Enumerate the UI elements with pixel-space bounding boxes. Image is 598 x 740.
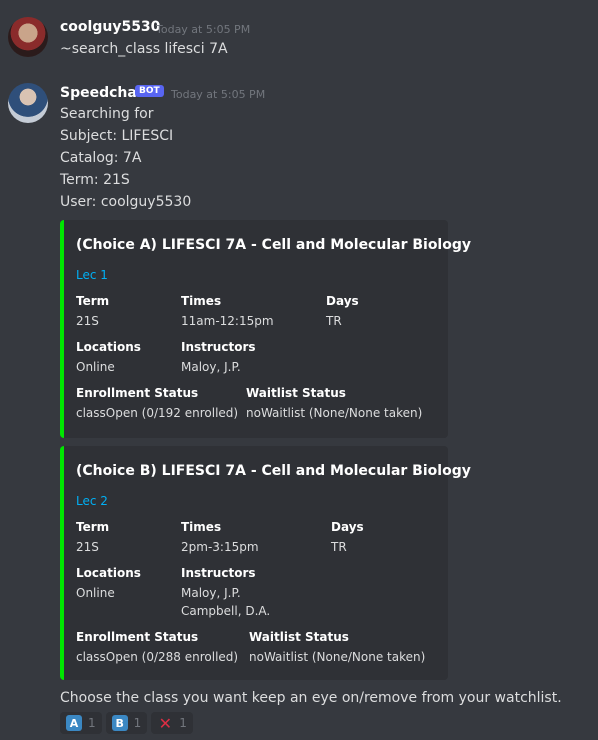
field-waitlist-label: Waitlist Status <box>246 386 346 400</box>
embed-title: (Choice A) LIFESCI 7A - Cell and Molecul… <box>76 237 472 253</box>
reaction-count: 1 <box>133 716 142 730</box>
reaction-count: 1 <box>179 716 187 730</box>
reaction-a[interactable]: A 1 <box>60 712 102 734</box>
reactions-bar: A 1 B 1 ✕ 1 <box>60 712 193 734</box>
user-avatar[interactable] <box>8 17 48 57</box>
field-locations-label: Locations <box>76 340 141 354</box>
field-instructors-value: Maloy, J.P. <box>181 586 241 600</box>
reaction-b[interactable]: B 1 <box>105 712 148 734</box>
field-locations-value: Online <box>76 360 115 374</box>
field-times-label: Times <box>181 520 222 534</box>
field-days-value: TR <box>331 540 347 554</box>
field-locations-value: Online <box>76 586 115 600</box>
bot-badge: BOT <box>135 85 164 97</box>
field-enrollment-label: Enrollment Status <box>76 386 199 400</box>
field-instructors-value: Maloy, J.P. <box>181 360 241 374</box>
regional-a-icon: A <box>66 715 82 731</box>
field-instructors-value: Campbell, D.A. <box>181 604 271 618</box>
message-footer: Choose the class you want keep an eye on… <box>60 690 562 706</box>
timestamp: Today at 5:05 PM <box>156 23 251 36</box>
field-term-value: 21S <box>76 314 99 328</box>
message-line: Term: 21S <box>60 172 130 188</box>
class-embed-b: (Choice B) LIFESCI 7A - Cell and Molecul… <box>60 446 471 680</box>
field-times-label: Times <box>181 294 222 308</box>
field-days-value: TR <box>326 314 342 328</box>
message-line: User: coolguy5530 <box>60 194 192 210</box>
lecture-link[interactable]: Lec 2 <box>76 494 108 508</box>
field-waitlist-value: noWaitlist (None/None taken) <box>246 406 423 420</box>
bot-username[interactable]: Speedchat <box>60 85 144 101</box>
reaction-count: 1 <box>88 716 96 730</box>
field-locations-label: Locations <box>76 566 141 580</box>
field-term-label: Term <box>76 294 110 308</box>
cross-mark-icon: ✕ <box>158 713 172 733</box>
field-term-label: Term <box>76 520 110 534</box>
username[interactable]: coolguy5530 <box>60 19 160 35</box>
field-days-label: Days <box>326 294 359 308</box>
message-line: Catalog: 7A <box>60 150 142 166</box>
embed-title: (Choice B) LIFESCI 7A - Cell and Molecul… <box>76 463 471 479</box>
bot-avatar[interactable] <box>8 83 48 123</box>
message-line: Searching for <box>60 106 154 122</box>
timestamp: Today at 5:05 PM <box>171 88 266 101</box>
lecture-link[interactable]: Lec 1 <box>76 268 108 282</box>
class-embed-a: (Choice A) LIFESCI 7A - Cell and Molecul… <box>60 220 471 438</box>
field-term-value: 21S <box>76 540 99 554</box>
field-times-value: 2pm-3:15pm <box>181 540 259 554</box>
field-waitlist-label: Waitlist Status <box>249 630 349 644</box>
field-enrollment-value: classOpen (0/288 enrolled) <box>76 650 239 664</box>
field-enrollment-value: classOpen (0/192 enrolled) <box>76 406 239 420</box>
field-days-label: Days <box>331 520 364 534</box>
field-instructors-label: Instructors <box>181 340 256 354</box>
message-line: Subject: LIFESCI <box>60 128 174 144</box>
field-waitlist-value: noWaitlist (None/None taken) <box>249 650 426 664</box>
field-enrollment-label: Enrollment Status <box>76 630 199 644</box>
field-times-value: 11am-12:15pm <box>181 314 274 328</box>
reaction-x[interactable]: ✕ 1 <box>151 712 193 734</box>
field-instructors-label: Instructors <box>181 566 256 580</box>
message-content: ~search_class lifesci 7A <box>60 41 228 57</box>
regional-b-icon: B <box>111 715 128 731</box>
